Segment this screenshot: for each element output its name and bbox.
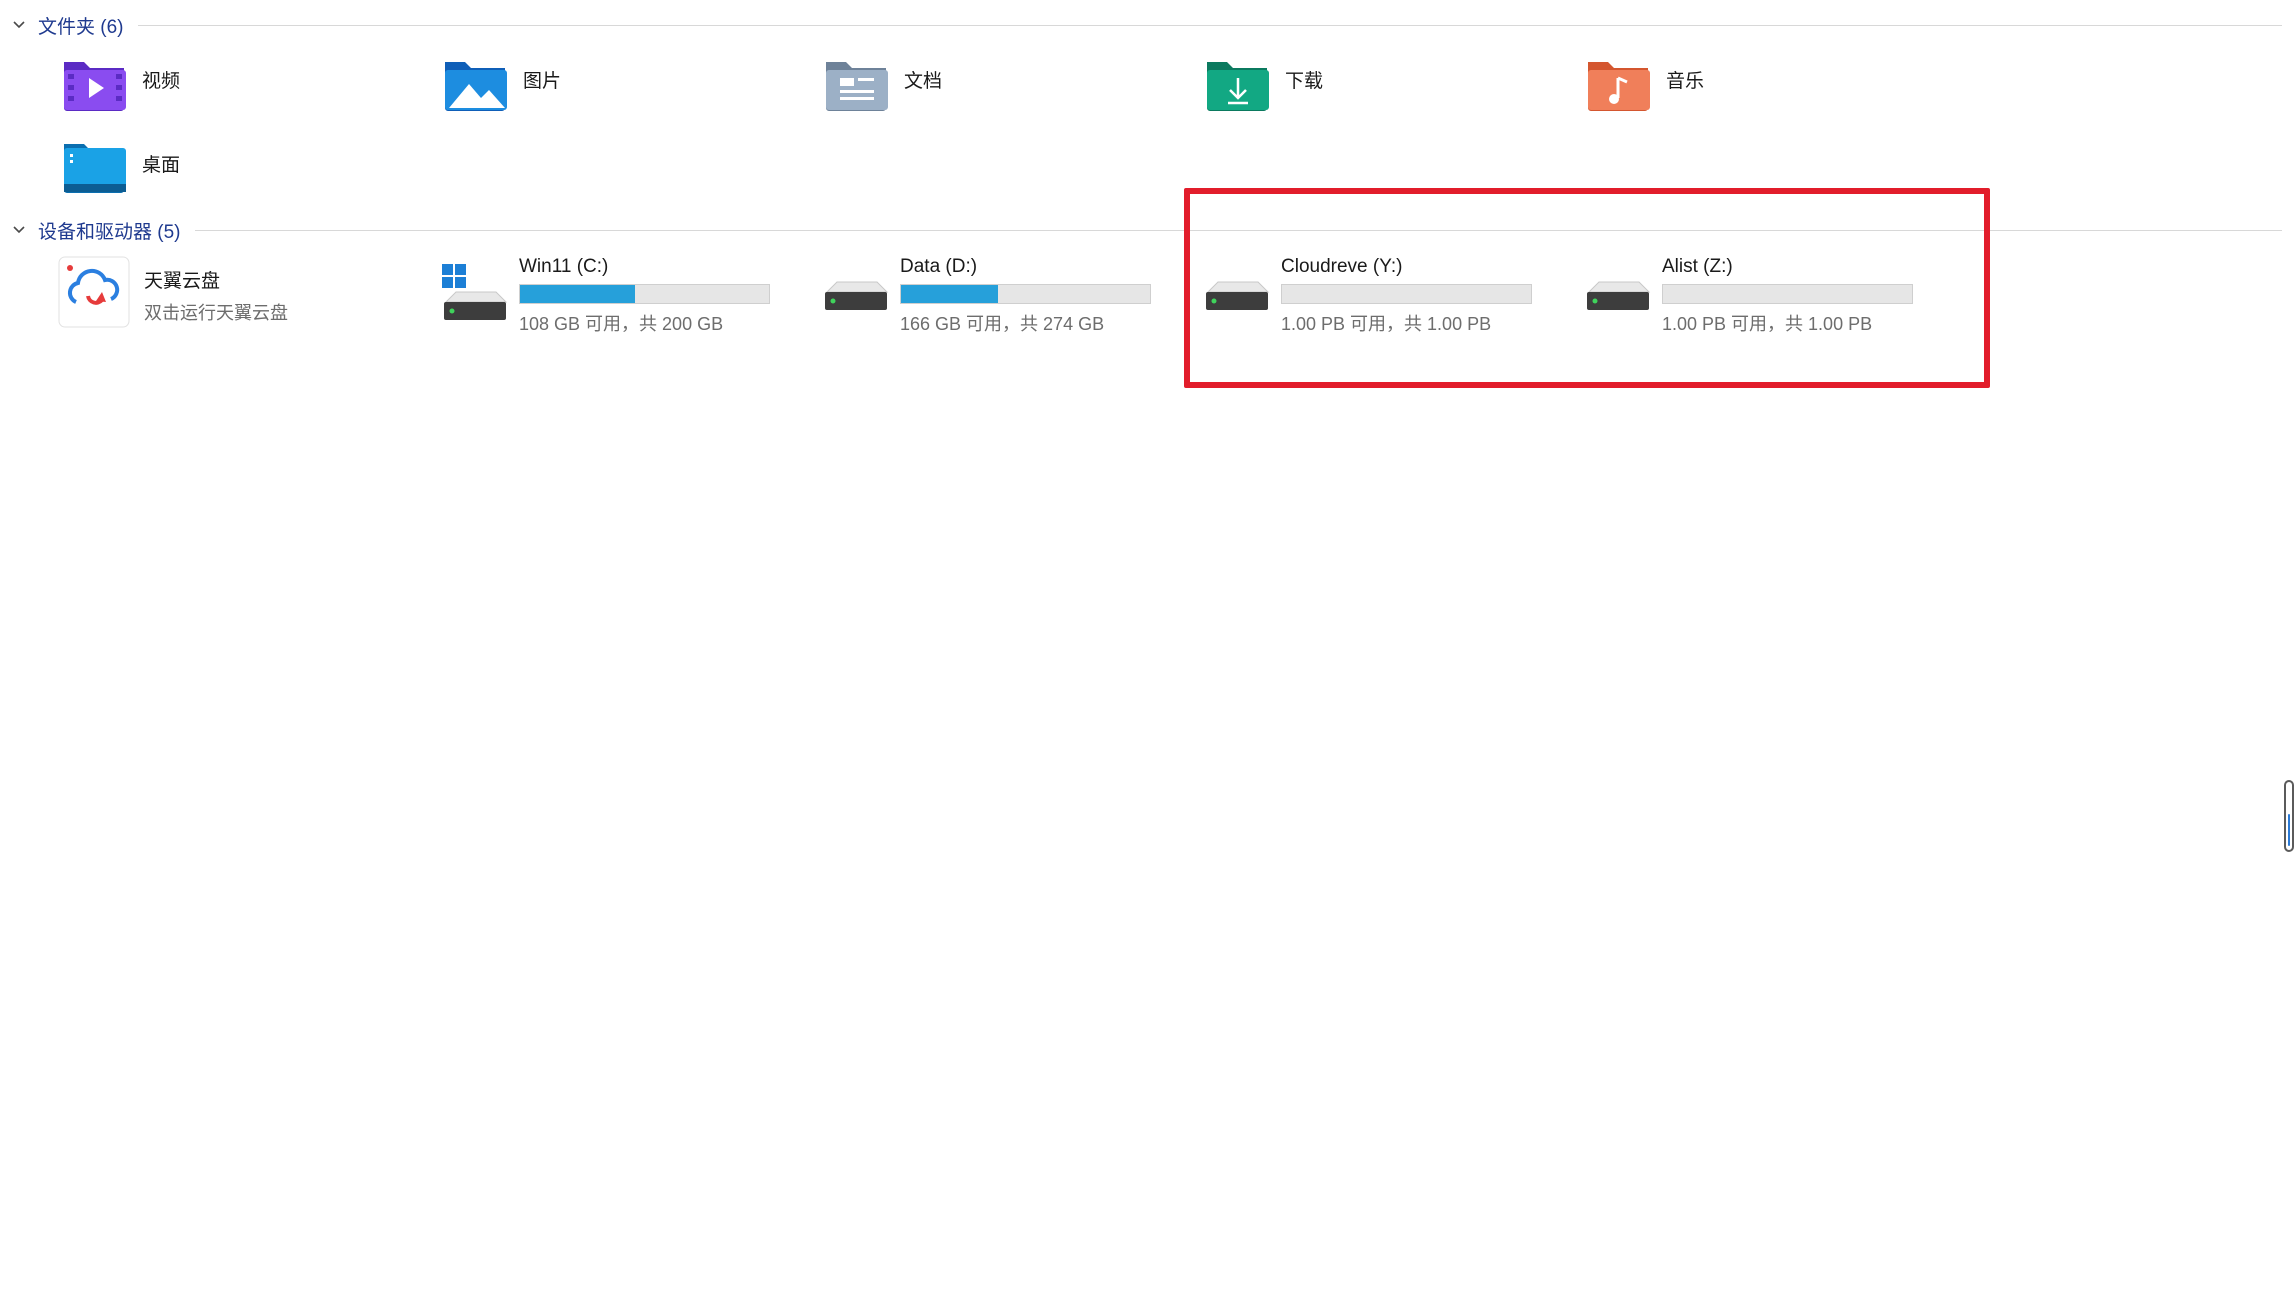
drive-usage-fill xyxy=(901,285,999,303)
cloud-app-subtitle: 双击运行天翼云盘 xyxy=(144,303,288,323)
folder-label: 音乐 xyxy=(1666,71,1705,92)
drive-usage-bar xyxy=(900,284,1151,304)
scrollbar-thumb[interactable] xyxy=(2288,814,2290,846)
section-title-devices: 设备和驱动器 (5) xyxy=(38,221,181,243)
chevron-down-icon[interactable] xyxy=(10,221,28,239)
folder-item-desktop[interactable]: 桌面 xyxy=(62,140,180,196)
folder-item-pictures[interactable]: 图片 xyxy=(443,56,561,112)
folder-label: 图片 xyxy=(523,71,562,92)
pictures-folder-icon xyxy=(445,62,507,111)
desktop-folder-icon xyxy=(64,144,126,193)
drive-usage-bar xyxy=(519,284,770,304)
music-folder-icon xyxy=(1588,62,1650,111)
section-title-folders: 文件夹 (6) xyxy=(38,16,124,38)
folder-label: 桌面 xyxy=(142,155,181,176)
section-divider xyxy=(137,24,2282,26)
folder-label: 视频 xyxy=(142,71,181,92)
cloud-app-name: 天翼云盘 xyxy=(144,271,221,292)
tianyi-cloud-item[interactable]: 天翼云盘 双击运行天翼云盘 xyxy=(58,256,288,328)
highlight-box xyxy=(1184,188,1990,388)
folder-label: 下载 xyxy=(1285,71,1324,92)
drive-name: Data (D:) xyxy=(900,256,978,277)
drive-item-c[interactable]: Win11 (C:) 108 GB 可用，共 200 GB xyxy=(442,254,802,334)
video-folder-icon xyxy=(64,62,126,111)
vertical-scrollbar[interactable] xyxy=(2284,780,2294,852)
folder-item-downloads[interactable]: 下载 xyxy=(1205,56,1323,112)
windows-drive-icon xyxy=(442,264,508,320)
folder-item-videos[interactable]: 视频 xyxy=(62,56,180,112)
drive-usage-fill xyxy=(520,285,635,303)
documents-folder-icon xyxy=(826,62,888,111)
drive-space-info: 108 GB 可用，共 200 GB xyxy=(519,314,724,334)
chevron-down-icon[interactable] xyxy=(10,16,28,34)
hard-drive-icon xyxy=(825,281,889,310)
section-header-folders[interactable]: 文件夹 (6) xyxy=(10,10,2282,40)
drive-space-info: 166 GB 可用，共 274 GB xyxy=(900,314,1105,334)
downloads-folder-icon xyxy=(1207,62,1269,111)
drive-name: Win11 (C:) xyxy=(519,256,609,277)
tianyi-cloud-icon xyxy=(58,256,130,328)
folder-item-music[interactable]: 音乐 xyxy=(1586,56,1704,112)
folder-label: 文档 xyxy=(904,71,943,92)
folder-item-documents[interactable]: 文档 xyxy=(824,56,942,112)
drive-item-d[interactable]: Data (D:) 166 GB 可用，共 274 GB xyxy=(823,254,1183,334)
